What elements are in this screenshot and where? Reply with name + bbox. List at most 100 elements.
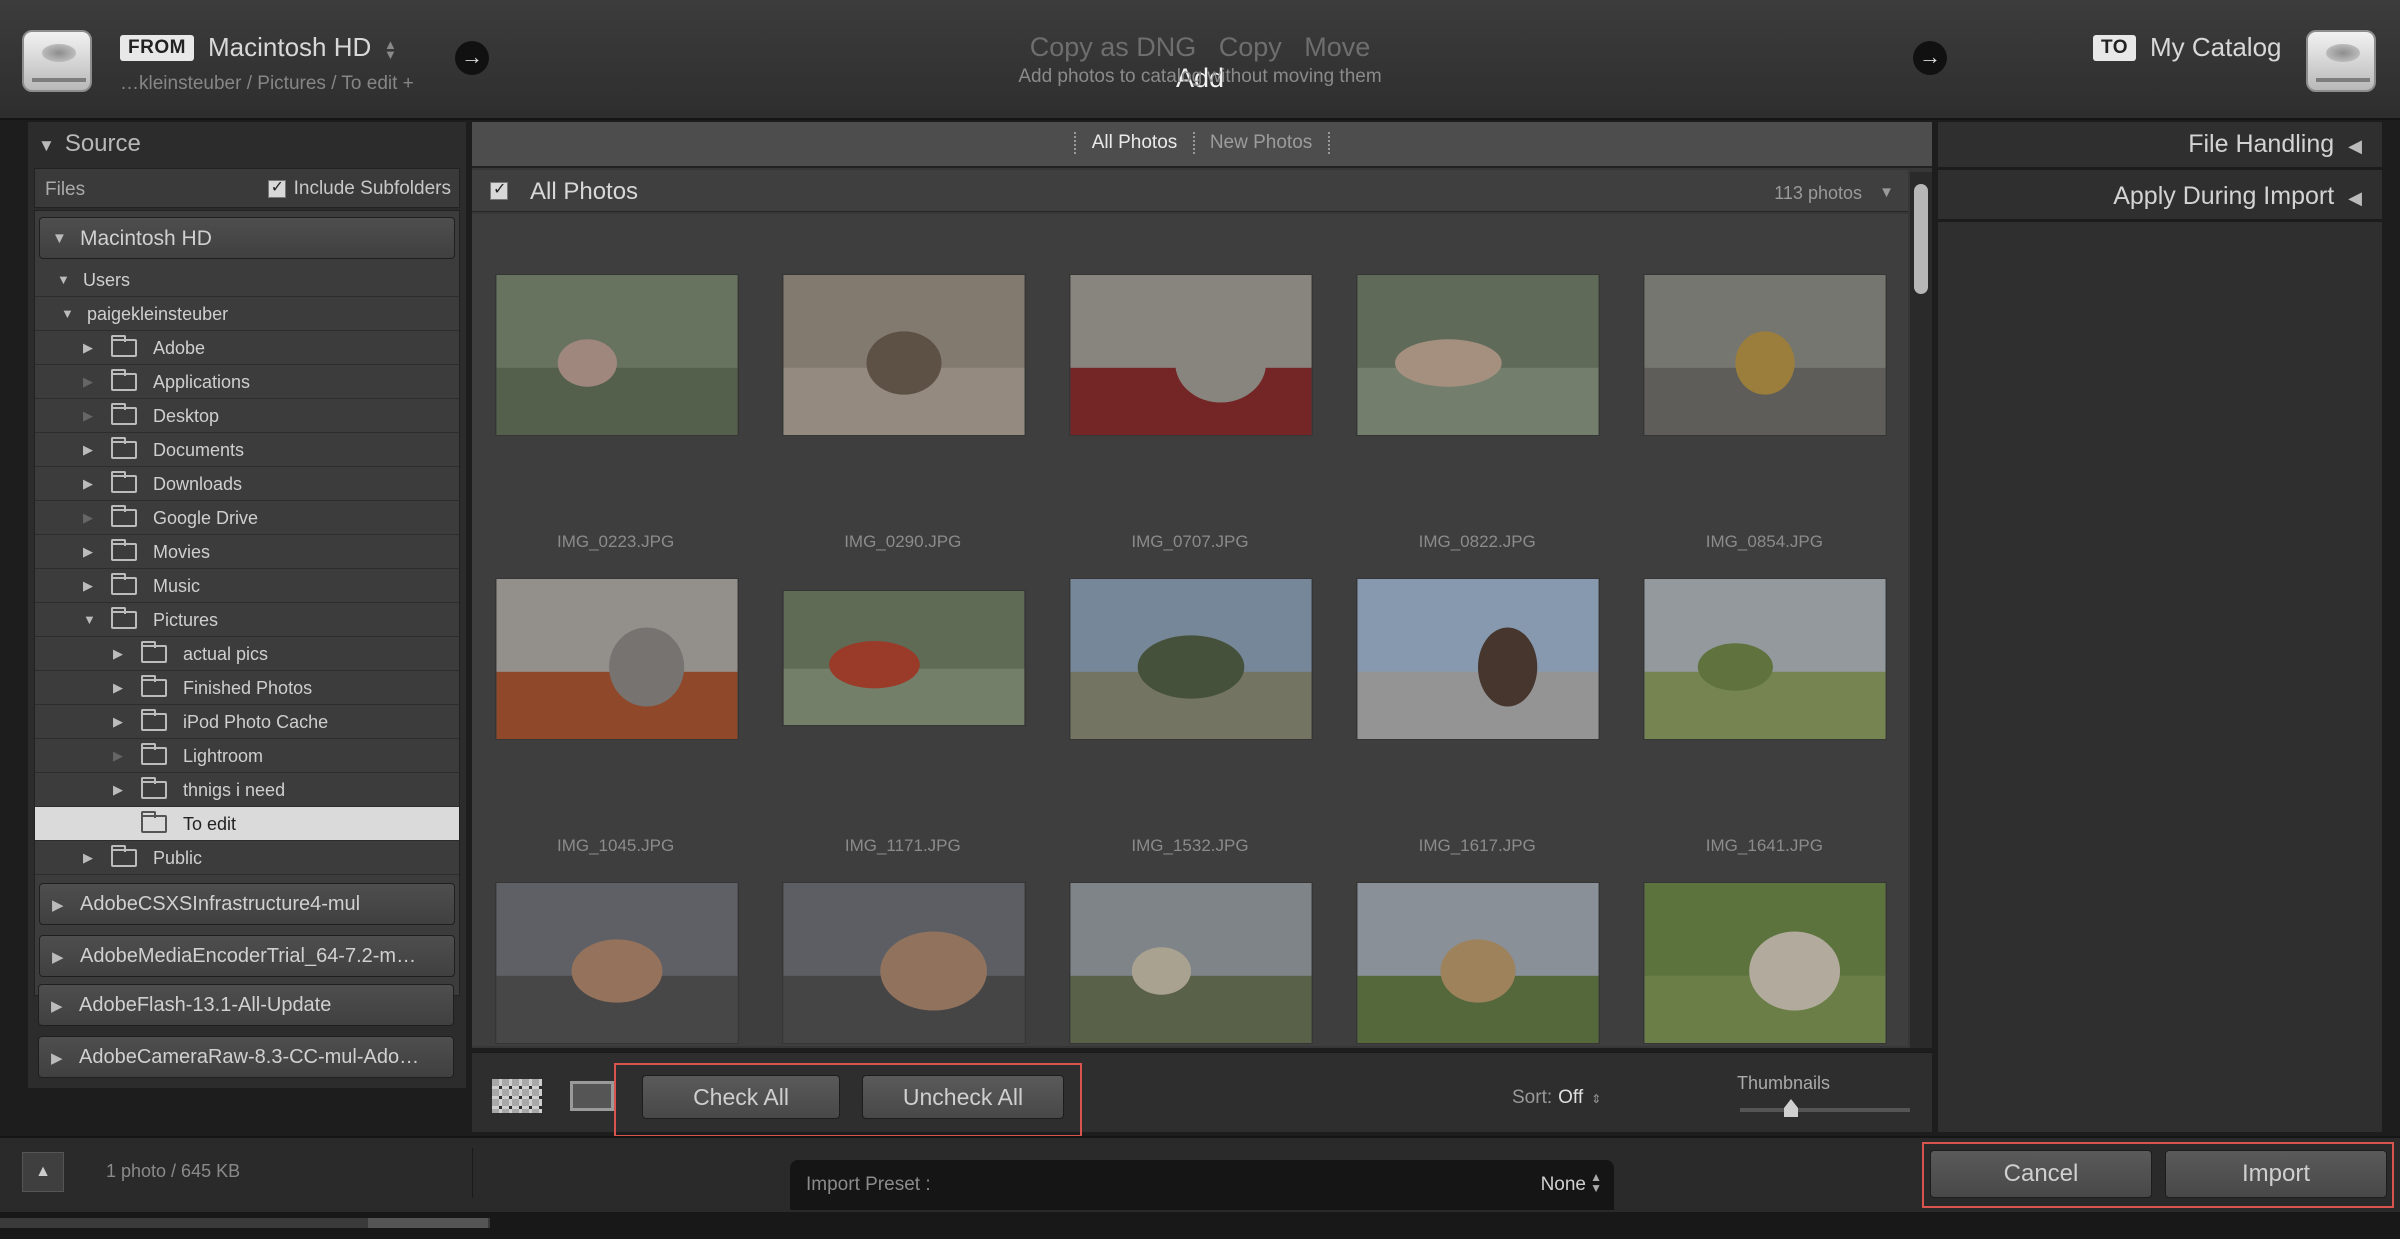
photo-thumbnail[interactable] [781, 590, 1026, 726]
tree-item-downloads[interactable]: ▶ Downloads [35, 467, 459, 501]
photo-cell[interactable]: IMG_0707.JPG [1047, 274, 1333, 576]
sort-chevron-icon[interactable]: ⇕ [1591, 1092, 1601, 1106]
grid-view-icon[interactable] [492, 1079, 542, 1113]
tree-item-documents[interactable]: ▶ Documents [35, 433, 459, 467]
source-panel-header[interactable]: ▼ Source [28, 122, 466, 166]
source-drive-icon[interactable] [22, 22, 92, 96]
tree-item-finished-photos[interactable]: ▶ Finished Photos [35, 671, 459, 705]
expand-triangle-icon[interactable]: ▶ [83, 374, 93, 390]
volume-adobe-media-encoder[interactable]: ▶ AdobeMediaEncoderTrial_64-7.2-m… [39, 935, 455, 977]
expand-triangle-icon[interactable]: ▶ [51, 997, 63, 1015]
preset-chevron-icon[interactable]: ▲ ▼ [1590, 1171, 1602, 1194]
all-photos-checkbox[interactable] [490, 179, 508, 200]
expand-triangle-icon[interactable]: ▼ [83, 612, 96, 627]
tree-item-user-folder[interactable]: ▼ paigekleinsteuber [35, 297, 459, 331]
tree-item-lightroom[interactable]: ▶ Lightroom [35, 739, 459, 773]
photo-thumbnail[interactable] [1069, 274, 1313, 436]
tree-item-google-drive[interactable]: ▶ Google Drive [35, 501, 459, 535]
photo-cell[interactable]: IMG_0854.JPG [1621, 274, 1907, 576]
tree-item-applications[interactable]: ▶ Applications [35, 365, 459, 399]
expand-triangle-icon[interactable]: ▼ [52, 230, 67, 247]
tree-item-actual-pics[interactable]: ▶ actual pics [35, 637, 459, 671]
mode-move[interactable]: Move [1304, 32, 1370, 62]
expand-triangle-icon[interactable]: ▶ [83, 340, 93, 356]
photo-thumbnail[interactable] [1643, 578, 1888, 740]
expand-triangle-icon[interactable]: ◀ [2348, 188, 2362, 208]
photo-cell[interactable] [1334, 882, 1620, 1046]
mode-copy-as-dng[interactable]: Copy as DNG [1030, 32, 1197, 62]
photo-thumbnail[interactable] [1643, 882, 1888, 1044]
sort-control[interactable]: Sort: Off ⇕ [1512, 1087, 1601, 1109]
tree-item-desktop[interactable]: ▶ Desktop [35, 399, 459, 433]
expand-triangle-icon[interactable]: ▶ [52, 948, 64, 966]
expand-triangle-icon[interactable]: ▶ [83, 476, 93, 492]
show-more-options-button[interactable]: ▲ [22, 1152, 64, 1192]
tab-new-photos[interactable]: New Photos [1210, 132, 1312, 153]
tree-item-movies[interactable]: ▶ Movies [35, 535, 459, 569]
photo-cell[interactable]: IMG_1617.JPG [1334, 578, 1620, 880]
photo-thumbnail[interactable] [781, 882, 1026, 1044]
volume-adobe-camera-raw[interactable]: ▶ AdobeCameraRaw-8.3-CC-mul-Ado… [38, 1036, 454, 1078]
import-preset-selector[interactable]: Import Preset : None ▲ ▼ [790, 1160, 1614, 1210]
photo-thumbnail[interactable] [1356, 274, 1601, 436]
tree-item-thnigs-i-need[interactable]: ▶ thnigs i need [35, 773, 459, 807]
volume-adobe-csxs[interactable]: ▶ AdobeCSXSInfrastructure4-mul [39, 883, 455, 925]
from-source-chevron-icon[interactable]: ▲ ▼ [384, 38, 397, 61]
cancel-button[interactable]: Cancel [1930, 1150, 2152, 1198]
expand-triangle-icon[interactable]: ▶ [52, 896, 64, 914]
include-subfolders-toggle[interactable]: Include Subfolders [267, 177, 451, 200]
import-button[interactable]: Import [2165, 1150, 2387, 1198]
check-all-button[interactable]: Check All [642, 1075, 840, 1119]
photo-thumbnail[interactable] [494, 274, 739, 436]
expand-triangle-icon[interactable]: ▶ [83, 850, 93, 866]
expand-triangle-icon[interactable]: ▼ [61, 306, 74, 321]
photo-thumbnail[interactable] [1069, 882, 1313, 1044]
photo-cell[interactable]: IMG_1171.JPG [760, 578, 1046, 880]
photo-thumbnail[interactable] [1356, 882, 1601, 1044]
mode-copy[interactable]: Copy [1219, 32, 1282, 62]
tree-item-public[interactable]: ▶ Public [35, 841, 459, 875]
photo-cell[interactable] [1621, 882, 1907, 1046]
include-subfolders-checkbox[interactable] [267, 177, 286, 198]
expand-triangle-icon[interactable]: ▶ [83, 544, 93, 560]
photo-cell[interactable]: IMG_1532.JPG [1047, 578, 1333, 880]
expand-triangle-icon[interactable]: ▶ [51, 1049, 63, 1067]
photo-cell[interactable]: IMG_1045.JPG [473, 578, 759, 880]
uncheck-all-button[interactable]: Uncheck All [862, 1075, 1064, 1119]
grid-scrollbar[interactable] [1910, 172, 1932, 1048]
expand-triangle-icon[interactable]: ▶ [83, 408, 93, 424]
photo-thumbnail[interactable] [494, 882, 739, 1044]
destination-drive-icon[interactable] [2306, 22, 2376, 96]
photo-cell[interactable]: IMG_1641.JPG [1621, 578, 1907, 880]
expand-triangle-icon[interactable]: ▶ [83, 442, 93, 458]
thumbnail-size-slider-knob[interactable] [1784, 1099, 1798, 1117]
tree-item-to-edit[interactable]: To edit [35, 807, 459, 841]
photo-cell[interactable] [760, 882, 1046, 1046]
expand-triangle-icon[interactable]: ▼ [57, 272, 70, 287]
photo-cell[interactable] [473, 882, 759, 1046]
expand-triangle-icon[interactable]: ▶ [113, 782, 123, 798]
expand-triangle-icon[interactable]: ▶ [113, 680, 123, 696]
photo-cell[interactable]: IMG_0822.JPG [1334, 274, 1620, 576]
tab-all-photos[interactable]: All Photos [1092, 132, 1178, 153]
collapse-triangle-icon[interactable]: ▼ [1879, 184, 1894, 201]
expand-triangle-icon[interactable]: ▶ [113, 714, 123, 730]
photo-thumbnail[interactable] [1356, 578, 1601, 740]
loupe-view-icon[interactable] [570, 1081, 614, 1111]
tree-item-adobe[interactable]: ▶ Adobe [35, 331, 459, 365]
from-source[interactable]: Macintosh HD [208, 32, 371, 63]
tree-item-ipod-photo-cache[interactable]: ▶ iPod Photo Cache [35, 705, 459, 739]
expand-triangle-icon[interactable]: ▶ [113, 646, 123, 662]
photo-thumbnail[interactable] [494, 578, 739, 740]
expand-triangle-icon[interactable]: ◀ [2348, 136, 2362, 156]
to-destination[interactable]: My Catalog [2150, 32, 2282, 63]
scrollbar-handle[interactable] [1914, 184, 1928, 294]
photo-thumbnail[interactable] [1069, 578, 1313, 740]
photo-cell[interactable]: IMG_0290.JPG [760, 274, 1046, 576]
volume-macintosh-hd[interactable]: ▼ Macintosh HD [39, 217, 455, 259]
sort-value[interactable]: Off [1558, 1087, 1583, 1108]
file-handling-header[interactable]: File Handling ◀ [1938, 122, 2382, 170]
tree-item-users[interactable]: ▼ Users [35, 263, 459, 297]
thumbnail-size-slider[interactable] [1740, 1108, 1910, 1112]
photo-thumbnail[interactable] [1643, 274, 1888, 436]
